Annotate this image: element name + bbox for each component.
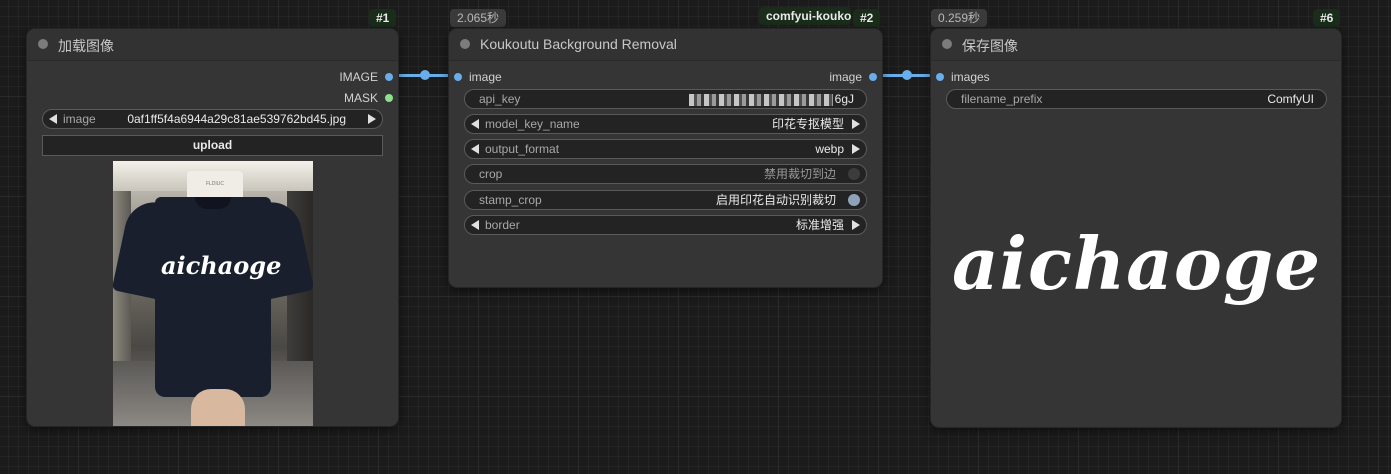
output-image-preview: aichaoge [946,119,1327,419]
model-key-name-select[interactable]: model_key_name 印花专抠模型 [464,114,867,134]
arrow-right-icon[interactable] [852,144,860,154]
output-mask-label: MASK [343,91,378,105]
input-image-label: image [469,70,502,84]
shirt-print-text: aichaoge [161,251,282,280]
filename-prefix-field[interactable]: filename_prefix ComfyUI [946,89,1327,109]
output-image-label: image [829,70,862,84]
upload-button[interactable]: upload [42,135,383,156]
collapse-dot-icon[interactable] [942,39,952,49]
widget-value: webp [815,142,844,156]
input-image-slot[interactable] [454,73,462,81]
node-id-badge: #1 [369,9,397,27]
output-image-label: IMAGE [339,70,378,84]
load-image-node[interactable]: 加载图像 IMAGE MASK image 0af1ff5f4a6944a29c… [27,29,398,426]
widget-value: 启用印花自动识别裁切 [715,193,836,207]
input-images-label: images [951,70,990,84]
node-title: 加载图像 [58,38,114,54]
border-select[interactable]: border 标准增强 [464,215,867,235]
widget-value: 印花专抠模型 [771,117,844,131]
widget-name: image [63,112,96,126]
widget-value: ComfyUI [1267,92,1314,106]
collapse-dot-icon[interactable] [38,39,48,49]
hanger-tag: FLDIUC [205,181,225,187]
stamp-crop-toggle[interactable]: stamp_crop 启用印花自动识别裁切 [464,190,867,210]
widget-name: border [485,218,520,232]
output-image-slot[interactable] [385,73,393,81]
arrow-left-icon[interactable] [471,119,479,129]
save-image-node[interactable]: 保存图像 images filename_prefix ComfyUI aich… [931,29,1341,427]
koukoutu-node[interactable]: Koukoutu Background Removal image image … [449,29,882,287]
arrow-right-icon[interactable] [852,119,860,129]
widget-name: model_key_name [485,117,580,131]
wire-midpoint-handle[interactable] [902,70,912,80]
masked-key [688,93,833,106]
output-print-text: aichaoge [951,221,1322,306]
toggle-on-indicator[interactable] [848,194,860,206]
collapse-dot-icon[interactable] [460,39,470,49]
widget-name: stamp_crop [479,193,542,207]
widget-value: 6gJ [834,92,854,106]
widget-value: 0af1ff5f4a6944a29c81ae539762bd45.jpg [127,112,346,126]
arrow-right-icon[interactable] [852,220,860,230]
output-image-slot[interactable] [869,73,877,81]
node-title-bar[interactable]: 保存图像 [931,29,1341,61]
package-badge: comfyui-kouko [759,7,852,25]
widget-name: filename_prefix [961,92,1043,106]
node-title: 保存图像 [962,38,1018,54]
node-title-bar[interactable]: 加载图像 [27,29,398,61]
arrow-left-icon[interactable] [471,144,479,154]
execution-time-badge: 2.065秒 [450,9,507,27]
image-select-widget[interactable]: image 0af1ff5f4a6944a29c81ae539762bd45.j… [42,109,383,129]
node-id-badge: #2 [853,9,881,27]
widget-name: crop [479,167,503,181]
arrow-left-icon[interactable] [49,114,57,124]
execution-time-badge: 0.259秒 [931,9,988,27]
wire-midpoint-handle[interactable] [420,70,430,80]
arrow-left-icon[interactable] [471,220,479,230]
node-title: Koukoutu Background Removal [480,36,677,52]
widget-name: output_format [485,142,560,156]
node-id-badge: #6 [1313,9,1341,27]
image-preview: FLDIUC aichaoge [113,161,313,426]
toggle-off-indicator[interactable] [848,168,860,180]
node-title-bar[interactable]: Koukoutu Background Removal [449,29,882,61]
widget-value: 标准增强 [795,218,844,232]
widget-value: 禁用裁切到边 [763,167,836,181]
crop-toggle[interactable]: crop 禁用裁切到边 [464,164,867,184]
output-mask-slot[interactable] [385,94,393,102]
arrow-right-icon[interactable] [368,114,376,124]
input-images-slot[interactable] [936,73,944,81]
hand-shape [191,389,245,426]
widget-name: api_key [479,92,521,106]
output-format-select[interactable]: output_format webp [464,139,867,159]
api-key-field[interactable]: api_key 6gJ [464,89,867,109]
